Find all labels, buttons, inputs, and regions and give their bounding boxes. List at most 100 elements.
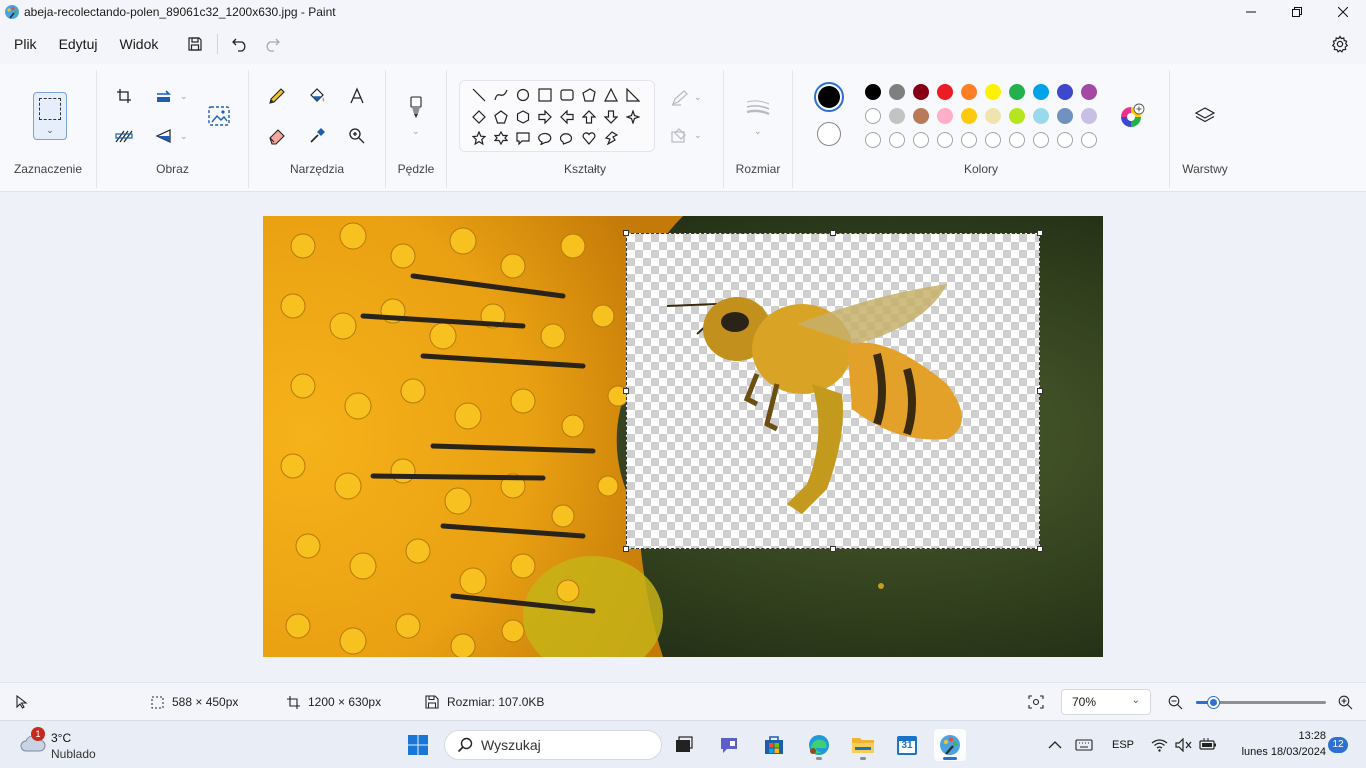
- custom-color-slot[interactable]: [913, 132, 929, 148]
- triangle-shape[interactable]: [600, 84, 622, 106]
- color-swatch[interactable]: [889, 84, 905, 100]
- six-point-star-shape[interactable]: [490, 127, 512, 149]
- task-view-button[interactable]: [668, 729, 700, 761]
- zoom-slider-thumb[interactable]: [1208, 697, 1220, 708]
- color-swatch[interactable]: [985, 108, 1001, 124]
- four-point-star-shape[interactable]: [622, 106, 644, 128]
- custom-color-slot[interactable]: [865, 132, 881, 148]
- color-swatch[interactable]: [889, 108, 905, 124]
- color-swatch[interactable]: [865, 108, 881, 124]
- custom-color-slot[interactable]: [1009, 132, 1025, 148]
- color-swatch[interactable]: [1057, 84, 1073, 100]
- custom-color-slot[interactable]: [889, 132, 905, 148]
- resize-handle-ne[interactable]: [1037, 230, 1043, 236]
- image-background-button[interactable]: [203, 100, 235, 132]
- custom-color-slot[interactable]: [1033, 132, 1049, 148]
- taskbar-search[interactable]: Wyszukaj: [444, 730, 662, 760]
- paint-taskbar-button[interactable]: [934, 729, 966, 761]
- menu-view[interactable]: Widok: [108, 24, 169, 64]
- resize-button[interactable]: [148, 80, 180, 112]
- custom-color-slot[interactable]: [961, 132, 977, 148]
- primary-color-swatch[interactable]: [814, 82, 844, 112]
- custom-color-slot[interactable]: [937, 132, 953, 148]
- resize-handle-w[interactable]: [623, 388, 629, 394]
- color-swatch[interactable]: [937, 84, 953, 100]
- rotate-button[interactable]: [148, 120, 180, 152]
- color-swatch[interactable]: [913, 84, 929, 100]
- color-swatch[interactable]: [1009, 108, 1025, 124]
- right-triangle-shape[interactable]: [622, 84, 644, 106]
- fill-button[interactable]: [301, 80, 333, 112]
- pentagon-shape[interactable]: [490, 106, 512, 128]
- maximize-button[interactable]: [1274, 0, 1320, 24]
- outline-button[interactable]: [664, 82, 696, 114]
- edit-colors-button[interactable]: [1116, 100, 1148, 132]
- file-explorer-button[interactable]: [847, 729, 879, 761]
- diamond-shape[interactable]: [468, 106, 490, 128]
- oval-callout-shape[interactable]: [534, 127, 556, 149]
- crop-button[interactable]: [108, 80, 140, 112]
- battery-button[interactable]: [1199, 721, 1217, 768]
- size-dropdown-icon[interactable]: ⌄: [754, 126, 762, 137]
- close-button[interactable]: [1320, 0, 1366, 24]
- color-swatch[interactable]: [1009, 84, 1025, 100]
- taskbar-clock[interactable]: 13:28 lunes 18/03/2024: [1228, 728, 1326, 760]
- rotate-dropdown-icon[interactable]: ⌄: [180, 131, 188, 142]
- resize-handle-n[interactable]: [830, 230, 836, 236]
- store-button[interactable]: [758, 729, 790, 761]
- left-arrow-shape[interactable]: [556, 106, 578, 128]
- color-swatch[interactable]: [985, 84, 1001, 100]
- curve-shape[interactable]: [490, 84, 512, 106]
- brushes-dropdown-icon[interactable]: ⌄: [412, 126, 420, 137]
- select-all-button[interactable]: [108, 120, 140, 152]
- canvas-image[interactable]: [263, 216, 1103, 657]
- menu-file[interactable]: Plik: [0, 24, 48, 64]
- down-arrow-shape[interactable]: [600, 106, 622, 128]
- color-swatch[interactable]: [1033, 108, 1049, 124]
- layers-button[interactable]: [1189, 100, 1221, 132]
- magnifier-button[interactable]: [341, 120, 373, 152]
- canvas-area[interactable]: [0, 193, 1366, 682]
- color-swatch[interactable]: [1081, 108, 1097, 124]
- color-swatch[interactable]: [961, 84, 977, 100]
- hexagon-shape[interactable]: [512, 106, 534, 128]
- fit-to-window-button[interactable]: [1028, 683, 1052, 721]
- color-picker-button[interactable]: [301, 120, 333, 152]
- zoom-in-button[interactable]: [1338, 683, 1361, 721]
- oval-shape[interactable]: [512, 84, 534, 106]
- settings-button[interactable]: [1324, 28, 1356, 60]
- show-hidden-icons-button[interactable]: [1048, 721, 1062, 768]
- lightning-shape[interactable]: [600, 127, 622, 149]
- color-swatch[interactable]: [961, 108, 977, 124]
- custom-color-slot[interactable]: [1057, 132, 1073, 148]
- five-point-star-shape[interactable]: [468, 127, 490, 149]
- edge-button[interactable]: [803, 729, 835, 761]
- outline-dropdown-icon[interactable]: ⌄: [694, 92, 702, 103]
- up-arrow-shape[interactable]: [578, 106, 600, 128]
- save-button[interactable]: [179, 28, 211, 60]
- selection-tool-button[interactable]: ⌄: [33, 92, 67, 140]
- color-swatch[interactable]: [1057, 108, 1073, 124]
- resize-handle-se[interactable]: [1037, 546, 1043, 552]
- start-button[interactable]: [402, 729, 434, 761]
- rectangle-shape[interactable]: [534, 84, 556, 106]
- resize-handle-e[interactable]: [1037, 388, 1043, 394]
- keyboard-button[interactable]: [1075, 721, 1093, 768]
- calendar-button[interactable]: 31: [891, 729, 923, 761]
- color-swatch[interactable]: [1081, 84, 1097, 100]
- color-swatch[interactable]: [865, 84, 881, 100]
- text-button[interactable]: [341, 80, 373, 112]
- pencil-button[interactable]: [261, 80, 293, 112]
- fill-style-button[interactable]: [664, 120, 696, 152]
- eraser-button[interactable]: [261, 120, 293, 152]
- undo-button[interactable]: [224, 28, 256, 60]
- weather-widget[interactable]: 1 3°C Nublado: [18, 727, 128, 763]
- resize-dropdown-icon[interactable]: ⌄: [180, 91, 188, 102]
- redo-button[interactable]: [256, 28, 288, 60]
- cloud-callout-shape[interactable]: [556, 127, 578, 149]
- minimize-button[interactable]: [1228, 0, 1274, 24]
- secondary-color-swatch[interactable]: [817, 122, 841, 146]
- network-button[interactable]: [1151, 721, 1168, 768]
- fill-style-dropdown-icon[interactable]: ⌄: [694, 130, 702, 141]
- rounded-rectangle-shape[interactable]: [556, 84, 578, 106]
